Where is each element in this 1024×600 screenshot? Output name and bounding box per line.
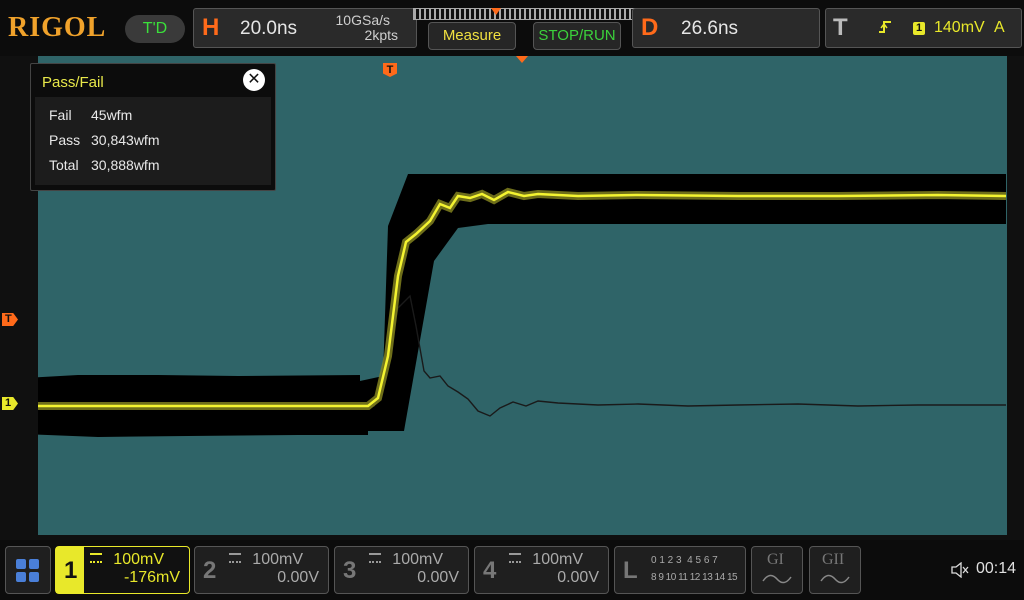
channel-3-number: 3	[343, 557, 357, 584]
total-value: 30,888wfm	[91, 157, 160, 173]
generator-2-label: GII	[822, 551, 845, 568]
channel-1-box[interactable]: 1 100mV -176mV	[55, 546, 190, 594]
sine-wave-icon	[820, 574, 850, 584]
generator-1-button[interactable]: GI	[751, 546, 803, 594]
sine-wave-icon	[762, 574, 792, 584]
logic-channels-row2: 8 9 10 11 12 13 14 15	[651, 572, 738, 583]
td-mode-button[interactable]: T'D	[125, 15, 185, 43]
trigger-source-badge: 1	[913, 22, 925, 35]
passfail-panel: Pass/Fail ✕ Fail 45wfm Pass 30,843wfm To…	[30, 63, 276, 191]
pass-value: 30,843wfm	[91, 132, 160, 148]
generator-1-label: GI	[767, 551, 784, 568]
channel1-offset-marker[interactable]: 1	[2, 397, 18, 410]
delay-panel[interactable]: D 26.6ns	[632, 8, 820, 48]
memory-overview	[413, 8, 635, 20]
pass-label: Pass	[49, 132, 81, 148]
channel-2-number: 2	[203, 557, 217, 584]
channel-1-scale: 100mV	[113, 551, 164, 568]
sample-rate: 10GSa/s	[335, 12, 390, 28]
rising-edge-icon	[878, 19, 892, 40]
grid-menu-icon	[16, 559, 39, 582]
trigger-panel[interactable]: T 1 140mV A	[825, 8, 1022, 48]
trigger-mode: A	[994, 19, 1005, 36]
stop-run-button[interactable]: STOP/RUN	[533, 22, 621, 50]
passfail-title: Pass/Fail	[42, 74, 104, 91]
horizontal-letter: H	[202, 14, 220, 41]
timebase-value: 20.0ns	[240, 18, 298, 39]
close-icon[interactable]: ✕	[243, 69, 265, 91]
logic-letter: L	[623, 557, 638, 584]
channel-1-offset: -176mV	[123, 569, 180, 586]
logic-analyzer-box[interactable]: L 0 1 2 3 4 5 6 7 8 9 10 11 12 13 14 15	[614, 546, 746, 594]
measure-button[interactable]: Measure	[428, 22, 516, 50]
mask-low-band	[38, 174, 1006, 431]
channel-2-box[interactable]: 2 100mV 0.00V	[194, 546, 329, 594]
clock-time: 00:14	[976, 560, 1017, 577]
channel-4-offset: 0.00V	[557, 569, 599, 586]
fail-label: Fail	[49, 107, 72, 123]
total-label: Total	[49, 157, 79, 173]
home-menu-button[interactable]	[5, 546, 51, 594]
channel-2-offset: 0.00V	[277, 569, 319, 586]
channel-2-scale: 100mV	[252, 551, 303, 568]
channel-4-scale: 100mV	[532, 551, 583, 568]
ch1-trace	[38, 190, 1007, 408]
channel-3-box[interactable]: 3 100mV 0.00V	[334, 546, 469, 594]
delay-letter: D	[641, 14, 659, 41]
channel-3-scale: 100mV	[392, 551, 443, 568]
horizontal-panel[interactable]: H 20.0ns 10GSa/s 2kpts	[193, 8, 417, 48]
trigger-level-marker[interactable]: T	[2, 313, 18, 326]
channel-4-number: 4	[483, 557, 497, 584]
memory-depth: 2kpts	[364, 27, 398, 43]
speaker-muted-icon[interactable]	[950, 561, 970, 583]
channel-3-offset: 0.00V	[417, 569, 459, 586]
passfail-stats: Fail 45wfm Pass 30,843wfm Total 30,888wf…	[35, 97, 271, 185]
logic-channels-row1: 0 1 2 3 4 5 6 7	[651, 555, 718, 566]
channel-4-box[interactable]: 4 100mV 0.00V	[474, 546, 609, 594]
trigger-position-icon	[491, 8, 501, 15]
ch1-trace-glow	[38, 187, 1007, 410]
trigger-letter: T	[833, 14, 848, 41]
trigger-level: 140mV	[934, 19, 985, 36]
fail-value: 45wfm	[91, 107, 133, 123]
delay-value: 26.6ns	[681, 18, 739, 39]
channel-1-number: 1	[64, 557, 78, 584]
generator-2-button[interactable]: GII	[809, 546, 861, 594]
delay-marker	[516, 56, 528, 63]
rigol-logo: RIGOL	[8, 12, 107, 43]
